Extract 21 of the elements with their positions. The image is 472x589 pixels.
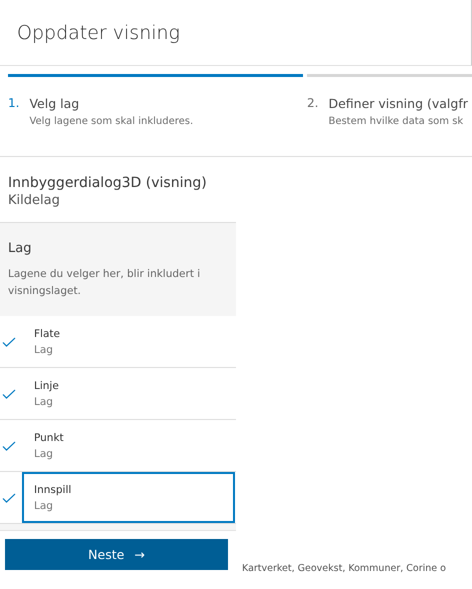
layer-list-item[interactable]: Punkt Lag bbox=[22, 420, 235, 471]
source-layer-name: Innbyggerdialog3D (visning) bbox=[8, 175, 208, 191]
map-attribution: Kartverket, Geovekst, Kommuner, Corine o bbox=[242, 563, 446, 574]
step-number: 2. bbox=[307, 96, 318, 112]
check-icon[interactable] bbox=[2, 336, 16, 346]
source-layer-caption: Kildelag bbox=[8, 193, 61, 208]
layer-list-item[interactable]: Innspill Lag bbox=[22, 472, 235, 523]
step-description: Velg lagene som skal inkluderes. bbox=[29, 116, 194, 127]
dialog-title: Oppdater visning bbox=[17, 22, 180, 44]
step-description: Bestem hvilke data som sk bbox=[328, 116, 464, 127]
layer-list-item[interactable]: Flate Lag bbox=[22, 316, 235, 367]
section-description: Lagene du velger her, blir inkludert i visningslaget. bbox=[8, 267, 202, 299]
step-number: 1. bbox=[8, 96, 20, 112]
check-icon[interactable] bbox=[2, 492, 16, 502]
section-heading: Lag bbox=[8, 241, 32, 256]
layer-list-item[interactable]: Linje Lag bbox=[22, 368, 235, 419]
step-title[interactable]: Definer visning (valgfr bbox=[328, 96, 468, 111]
check-icon[interactable] bbox=[2, 440, 16, 450]
step-title[interactable]: Velg lag bbox=[29, 96, 194, 111]
next-button[interactable]: Neste → bbox=[5, 539, 228, 570]
check-icon[interactable] bbox=[2, 388, 16, 398]
